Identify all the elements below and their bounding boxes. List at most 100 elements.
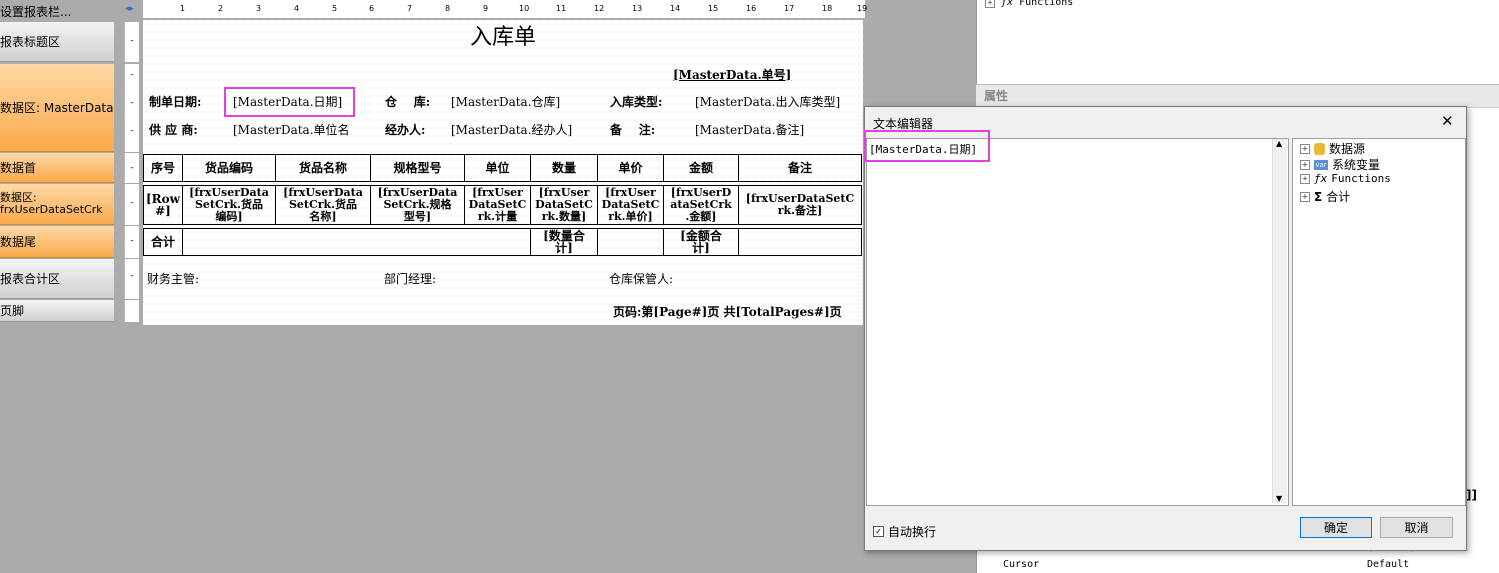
- ruler-tick: 6: [369, 4, 375, 13]
- ruler-tick: 15: [708, 4, 719, 13]
- detail-cell[interactable]: [frxUserData SetCrk.货品 编码]: [182, 185, 276, 225]
- ruler-tick: 2: [218, 4, 224, 13]
- band-marker: [124, 300, 139, 322]
- close-icon[interactable]: ✕: [1441, 112, 1454, 130]
- band-marker: -: [124, 22, 139, 62]
- header-cell[interactable]: 序号: [143, 154, 183, 182]
- band-page-footer[interactable]: 页脚: [0, 300, 114, 322]
- order-number-field[interactable]: [MasterData.单号]: [673, 66, 791, 83]
- warehouse-label[interactable]: 仓 库:: [385, 93, 430, 110]
- remark-label[interactable]: 备 注:: [610, 121, 655, 138]
- word-wrap-option[interactable]: ✓ 自动换行: [873, 523, 936, 540]
- tree-node-datasource[interactable]: + 数据源: [1300, 140, 1365, 157]
- ruler-tick: 16: [746, 4, 757, 13]
- textarea-scrollbar[interactable]: ▲ ▼: [1272, 139, 1287, 503]
- ruler-handle-icon[interactable]: ◂▸: [125, 4, 134, 14]
- expand-icon[interactable]: +: [1300, 143, 1310, 154]
- band-report-title[interactable]: 报表标题区: [0, 22, 114, 62]
- header-cell[interactable]: 货品编码: [182, 154, 276, 182]
- tree-node-system-vars[interactable]: + var 系统变量: [1300, 156, 1380, 173]
- report-title[interactable]: 入库单: [143, 22, 863, 54]
- properties-title: 属性: [984, 89, 1009, 103]
- amount-total-field[interactable]: [金额合 计]: [663, 228, 739, 256]
- word-wrap-label: 自动换行: [888, 525, 937, 539]
- sigma-icon: Σ: [1314, 189, 1323, 204]
- page-number-field[interactable]: 页码:第[Page#]页 共[TotalPages#]页: [613, 303, 842, 320]
- detail-cell[interactable]: [frxUser DataSetC rk.计量: [464, 185, 531, 225]
- report-page[interactable]: 入库单 [MasterData.单号] 制单日期: [MasterData.日期…: [143, 20, 863, 325]
- qty-total-field[interactable]: [数量合 计]: [530, 228, 598, 256]
- tree-node-label: 数据源: [1329, 142, 1366, 156]
- expression-textarea[interactable]: [MasterData.日期]: [866, 138, 1289, 506]
- checkbox-checked-icon[interactable]: ✓: [873, 526, 884, 537]
- handler-field[interactable]: [MasterData.经办人]: [451, 121, 572, 138]
- ruler-tick: 3: [256, 4, 262, 13]
- band-marker: -: [124, 153, 139, 183]
- header-cell[interactable]: 金额: [663, 154, 739, 182]
- band-settings-button[interactable]: 设置报表栏...: [0, 0, 114, 22]
- ruler-tick: 4: [294, 4, 300, 13]
- footer-empty-cell[interactable]: [182, 228, 531, 256]
- tree-node-totals[interactable]: + Σ 合计: [1300, 188, 1350, 205]
- scroll-down-icon[interactable]: ▼: [1276, 494, 1282, 503]
- warehouse-keeper-label[interactable]: 仓库保管人:: [609, 270, 673, 287]
- header-cell[interactable]: 数量: [530, 154, 598, 182]
- header-cell[interactable]: 货品名称: [275, 154, 371, 182]
- scroll-up-icon[interactable]: ▲: [1276, 139, 1282, 148]
- header-cell[interactable]: 备注: [738, 154, 862, 182]
- remark-field[interactable]: [MasterData.备注]: [695, 121, 804, 138]
- band-master-data[interactable]: 数据区: MasterData: [0, 64, 114, 152]
- warehouse-field[interactable]: [MasterData.仓库]: [451, 93, 560, 110]
- detail-cell[interactable]: [frxUserData SetCrk.规格 型号]: [370, 185, 465, 225]
- ok-button[interactable]: 确定: [1300, 517, 1372, 538]
- prop-name[interactable]: Cursor: [1003, 559, 1039, 570]
- total-label[interactable]: 合计: [143, 228, 183, 256]
- prop-value[interactable]: Default: [1367, 559, 1409, 570]
- department-manager-label[interactable]: 部门经理:: [384, 270, 436, 287]
- detail-cell[interactable]: [frxUser DataSetC rk.单价]: [597, 185, 664, 225]
- footer-empty-cell[interactable]: [738, 228, 862, 256]
- expand-icon[interactable]: +: [1300, 173, 1310, 184]
- type-field[interactable]: [MasterData.出入库类型]: [695, 93, 840, 110]
- band-detail-data[interactable]: 数据区: frxUserDataSetCrk: [0, 184, 114, 225]
- tree-node-functions[interactable]: + ƒx Functions: [985, 0, 1073, 8]
- highlight-box: [224, 87, 355, 117]
- band-report-summary[interactable]: 报表合计区: [0, 259, 114, 299]
- band-marker: -: [124, 184, 139, 225]
- finance-supervisor-label[interactable]: 财务主管:: [147, 270, 199, 287]
- band-marker: -: [124, 259, 139, 299]
- footer-empty-cell[interactable]: [597, 228, 664, 256]
- expand-icon[interactable]: +: [985, 0, 995, 8]
- bracket-glyph: ]]: [1466, 488, 1477, 502]
- highlight-box: [864, 130, 990, 162]
- ruler-tick: 14: [670, 4, 681, 13]
- detail-cell[interactable]: [frxUserD ataSetCrk .金额]: [663, 185, 739, 225]
- ruler-tick: 10: [519, 4, 530, 13]
- date-label[interactable]: 制单日期:: [149, 93, 201, 110]
- band-header[interactable]: 数据首: [0, 153, 114, 183]
- cancel-button[interactable]: 取消: [1380, 517, 1453, 538]
- expand-icon[interactable]: +: [1300, 159, 1310, 170]
- detail-cell[interactable]: [frxUserData SetCrk.货品 名称]: [275, 185, 371, 225]
- ruler-tick: 18: [822, 4, 833, 13]
- detail-cell[interactable]: [frxUser DataSetC rk.数量]: [530, 185, 598, 225]
- header-cell[interactable]: 单价: [597, 154, 664, 182]
- ruler-tick: 12: [594, 4, 605, 13]
- type-label[interactable]: 入库类型:: [610, 93, 662, 110]
- detail-cell[interactable]: [frxUserDataSetC rk.备注]: [738, 185, 862, 225]
- supplier-field[interactable]: [MasterData.单位名: [233, 121, 350, 138]
- band-marker: ---: [124, 64, 139, 152]
- band-footer[interactable]: 数据尾: [0, 226, 114, 258]
- header-cell[interactable]: 规格型号: [370, 154, 465, 182]
- detail-cell[interactable]: [Row #]: [143, 185, 183, 225]
- ruler-tick: 8: [445, 4, 451, 13]
- tree-node-functions[interactable]: + ƒx Functions: [1300, 172, 1391, 185]
- database-icon: [1314, 142, 1325, 155]
- header-cell[interactable]: 单位: [464, 154, 531, 182]
- horizontal-ruler: ◂▸ 1 2 3 4 5 6 7 8 9 10 11 12 13 14 15 1…: [125, 0, 867, 19]
- handler-label[interactable]: 经办人:: [385, 121, 425, 138]
- supplier-label[interactable]: 供 应 商:: [149, 121, 198, 138]
- fx-icon: ƒx: [1001, 0, 1014, 8]
- ruler-tick: 1: [180, 4, 186, 13]
- expand-icon[interactable]: +: [1300, 191, 1310, 202]
